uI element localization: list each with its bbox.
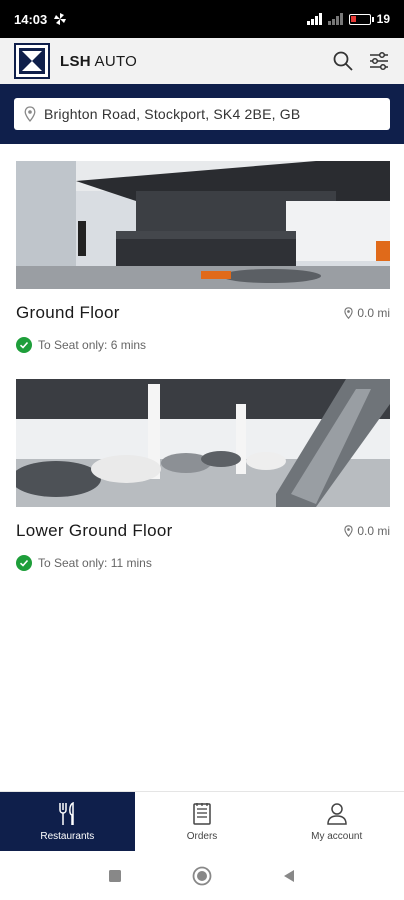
search-icon[interactable] (332, 50, 354, 72)
system-nav-bar (0, 851, 404, 900)
brand-logo (14, 43, 50, 79)
location-pin-icon (344, 307, 353, 319)
venue-distance: 0.0 mi (344, 306, 390, 320)
venue-photo-lower-ground-floor (16, 379, 390, 507)
location-pin-icon (344, 525, 353, 537)
tab-restaurants[interactable]: Restaurants (0, 792, 135, 851)
venue-card-lower-ground-floor[interactable]: Lower Ground Floor 0.0 mi To Seat only: … (16, 379, 390, 571)
logo-mark-icon (19, 48, 45, 74)
location-value: Brighton Road, Stockport, SK4 2BE, GB (44, 106, 301, 122)
check-circle-icon (16, 337, 32, 353)
signal-icon (306, 13, 322, 25)
venue-card-ground-floor[interactable]: Ground Floor 0.0 mi To Seat only: 6 mins (16, 161, 390, 353)
status-bar: 14:03 19 (0, 0, 404, 38)
battery-icon (348, 13, 374, 25)
location-pin-icon (24, 106, 36, 122)
location-input[interactable]: Brighton Road, Stockport, SK4 2BE, GB (14, 98, 390, 130)
venue-wait-time: To Seat only: 6 mins (16, 337, 390, 353)
bottom-nav: Restaurants Orders My account (0, 791, 404, 851)
app-header: LSH AUTO (0, 38, 404, 84)
tab-my-account[interactable]: My account (269, 792, 404, 851)
signal-2-icon (327, 13, 343, 25)
home-icon[interactable] (192, 866, 212, 886)
receipt-icon (193, 802, 211, 825)
user-icon (326, 802, 347, 825)
venue-photo-ground-floor (16, 161, 390, 289)
pinwheel-icon (54, 13, 67, 25)
venue-name: Ground Floor (16, 303, 120, 322)
venue-name: Lower Ground Floor (16, 521, 173, 540)
battery-level: 19 (376, 12, 390, 26)
back-icon[interactable] (282, 869, 296, 883)
location-bar: Brighton Road, Stockport, SK4 2BE, GB (0, 84, 404, 144)
status-time: 14:03 (14, 11, 48, 27)
tab-orders[interactable]: Orders (135, 792, 270, 851)
filter-icon[interactable] (368, 50, 390, 72)
venue-distance: 0.0 mi (344, 524, 390, 538)
venue-wait-time: To Seat only: 11 mins (16, 555, 390, 571)
brand-name: LSH AUTO (60, 52, 138, 70)
recents-icon[interactable] (108, 869, 122, 883)
check-circle-icon (16, 555, 32, 571)
cutlery-icon (59, 801, 75, 825)
